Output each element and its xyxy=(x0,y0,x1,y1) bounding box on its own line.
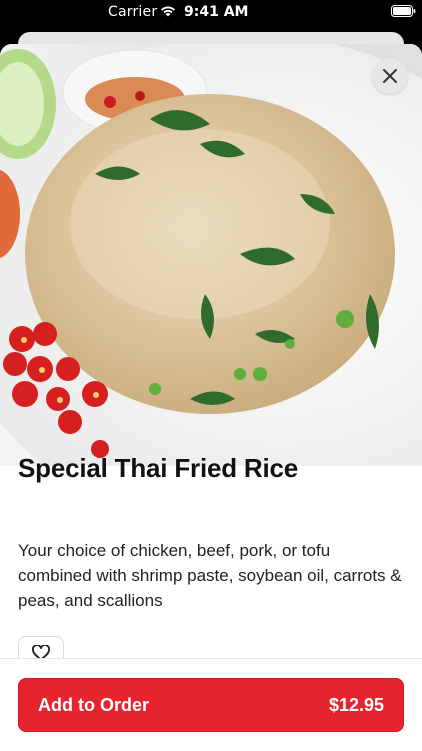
battery-icon xyxy=(391,5,416,17)
close-icon xyxy=(383,69,397,83)
add-to-order-label: Add to Order xyxy=(38,695,149,715)
item-detail-sheet: Special Thai Fried Rice Your choice of c… xyxy=(0,44,422,750)
item-price: $12.95 xyxy=(328,695,384,715)
wifi-icon xyxy=(161,6,175,17)
close-button[interactable] xyxy=(372,58,408,94)
item-title: Special Thai Fried Rice xyxy=(18,453,299,483)
carrier-label: Carrier xyxy=(108,4,158,20)
item-photo xyxy=(0,44,422,466)
status-time: 9:41 AM xyxy=(184,4,249,20)
item-description: Your choice of chicken, beef, pork, or t… xyxy=(18,541,402,610)
add-to-order-button[interactable]: Add to Order $12.95 xyxy=(18,678,404,732)
status-bar: Carrier 9:41 AM xyxy=(0,0,422,24)
